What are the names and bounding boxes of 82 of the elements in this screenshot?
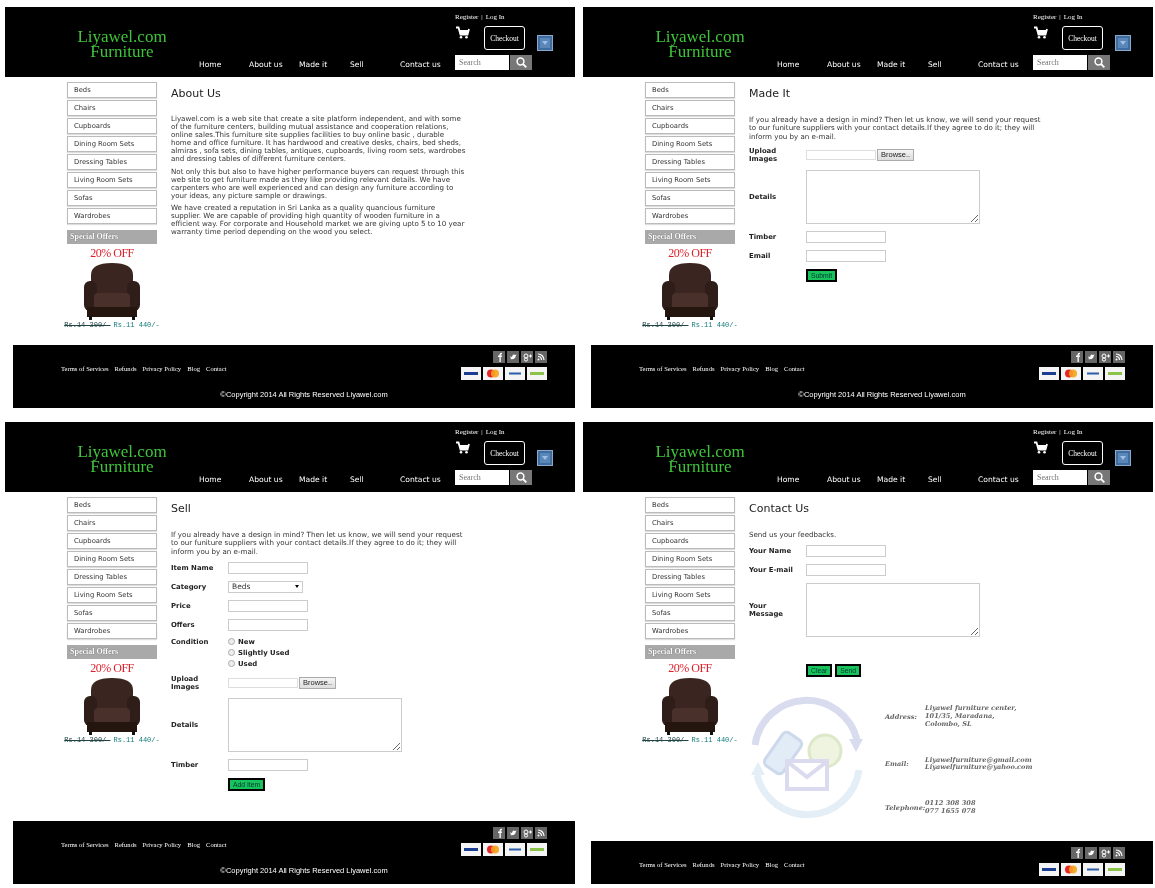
caret-icon [295,585,299,589]
paypal-card-icon [505,367,525,380]
file-path-field[interactable] [228,677,298,688]
payment-card-icon [1105,863,1125,876]
radio-button[interactable] [228,649,235,657]
page-title: Sell [171,502,192,515]
visa-card-icon [461,843,481,856]
mastercard-icon [1061,863,1081,876]
input-field[interactable] [806,564,886,577]
discount-text: 20% OFF [668,247,712,259]
special-offers-heading: Special Offers [67,645,157,659]
paypal-card-icon [1083,367,1103,380]
input-field[interactable] [228,599,308,612]
paypal-card-icon [1083,863,1103,876]
discount-text: 20% OFF [90,662,134,674]
cart-icon[interactable] [1033,441,1048,454]
visa-card-icon [1039,863,1059,876]
search-field[interactable]: Search [1033,470,1087,485]
special-offers-heading: Special Offers [645,645,735,659]
arrow-down-icon[interactable] [537,35,553,51]
page-title: Contact Us [749,502,811,515]
search-field[interactable]: Search [1033,55,1087,70]
input-field[interactable] [228,561,308,574]
input-field[interactable] [806,230,886,243]
special-offers-heading: Special Offers [67,230,157,244]
cart-icon[interactable] [455,26,470,39]
site-logo-text: Liyawel.com [76,444,168,459]
paypal-card-icon [505,843,525,856]
mastercard-icon [1061,367,1081,380]
search-icon [1093,472,1105,483]
bird-icon[interactable] [1085,847,1097,859]
input-field[interactable] [228,618,308,631]
cart-icon[interactable] [455,441,470,454]
rss-icon[interactable] [535,351,547,363]
rss-icon[interactable] [535,827,547,839]
input-field[interactable] [806,545,886,558]
page-title: About Us [171,87,222,100]
bird-icon[interactable] [507,351,519,363]
search-icon [515,57,527,68]
search-field[interactable]: Search [455,55,509,70]
site-logo-text: Liyawel.com [76,29,168,44]
discount-text: 20% OFF [90,247,134,259]
search-icon [1093,57,1105,68]
payment-card-icon [1105,367,1125,380]
visa-card-icon [1039,367,1059,380]
facebook-icon[interactable] [493,351,505,363]
search-button[interactable] [510,55,532,70]
discount-text: 20% OFF [668,662,712,674]
page-title: Made It [749,87,792,100]
file-path-field[interactable] [806,149,876,160]
mastercard-icon [483,843,503,856]
payment-card-icon [527,843,547,856]
radio-button[interactable] [228,660,235,668]
cart-icon[interactable] [1033,26,1048,39]
rss-icon[interactable] [1113,847,1125,859]
rss-icon[interactable] [1113,351,1125,363]
google-plus-icon[interactable] [1099,847,1111,859]
site-logo-text: Liyawel.com [654,444,746,459]
special-offers-heading: Special Offers [645,230,735,244]
payment-card-icon [527,367,547,380]
bird-icon[interactable] [1085,351,1097,363]
search-button[interactable] [1088,470,1110,485]
facebook-icon[interactable] [1071,351,1083,363]
arrow-down-icon[interactable] [1115,450,1131,466]
visa-card-icon [461,367,481,380]
search-button[interactable] [510,470,532,485]
search-button[interactable] [1088,55,1110,70]
arrow-down-icon[interactable] [537,450,553,466]
input-field[interactable] [806,249,886,262]
radio-button[interactable] [228,638,235,646]
search-icon [515,472,527,483]
google-plus-icon[interactable] [521,827,533,839]
input-field[interactable] [228,758,308,771]
mastercard-icon [483,367,503,380]
google-plus-icon[interactable] [521,351,533,363]
facebook-icon[interactable] [1071,847,1083,859]
site-logo-text: Liyawel.com [654,29,746,44]
arrow-down-icon[interactable] [1115,35,1131,51]
google-plus-icon[interactable] [1099,351,1111,363]
facebook-icon[interactable] [493,827,505,839]
search-field[interactable]: Search [455,470,509,485]
bird-icon[interactable] [507,827,519,839]
